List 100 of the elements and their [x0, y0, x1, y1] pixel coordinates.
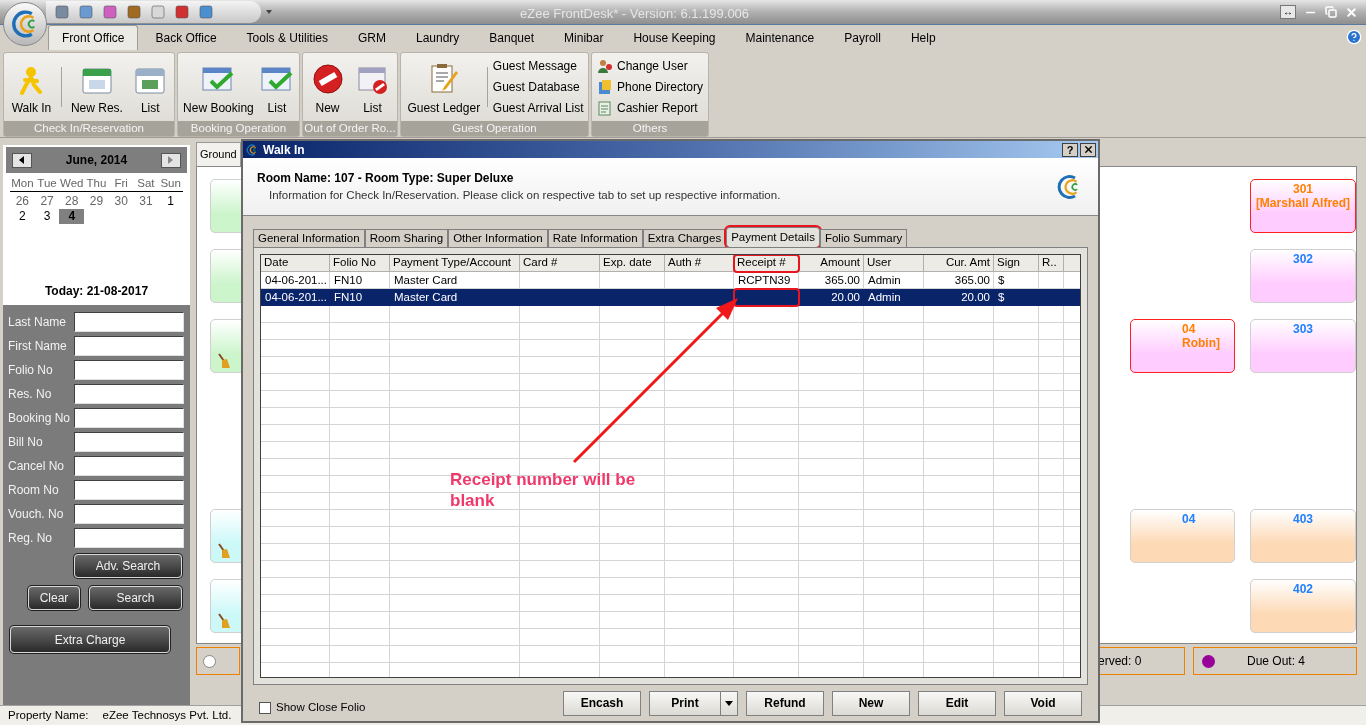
ribbon-link[interactable]: Change User	[596, 58, 688, 74]
search-field[interactable]	[74, 480, 184, 500]
search-field[interactable]	[74, 504, 184, 524]
field-label: Folio No	[8, 362, 54, 379]
weekday-label: Fri	[113, 176, 129, 191]
table-cell-text: 365.00	[953, 273, 991, 288]
ribbon-button[interactable]: New Booking	[181, 53, 256, 121]
dialog-tab[interactable]: Extra Charges	[642, 229, 727, 247]
room-tile[interactable]: 302	[1250, 249, 1356, 303]
ribbon-button[interactable]: Walk In	[9, 53, 54, 121]
menu-tab[interactable]: GRM	[344, 25, 399, 50]
calendar-day[interactable]: 30	[108, 194, 134, 209]
calendar-day[interactable]: 1	[158, 194, 183, 209]
menu-tab[interactable]: Laundry	[402, 25, 473, 50]
menu-tab[interactable]: Banquet	[476, 25, 548, 50]
room-tile[interactable]: 04	[1130, 509, 1235, 563]
calendar-day[interactable]: 28	[59, 194, 85, 209]
table-cell-text: 20.00	[960, 290, 991, 305]
ribbon-button[interactable]: List	[257, 53, 296, 121]
ribbon-button[interactable]: New Res.	[68, 53, 125, 121]
dialog-tab[interactable]: Folio Summary	[819, 229, 908, 247]
calendar-day[interactable]: 31	[133, 194, 159, 209]
dialog-tab[interactable]: Rate Information	[547, 229, 643, 247]
field-label: Vouch. No	[8, 506, 65, 523]
search-field[interactable]	[74, 408, 184, 428]
table-cell-text: Master Card	[393, 290, 459, 305]
menu-tab[interactable]: Back Office	[142, 25, 230, 50]
help-button[interactable]: ?	[1062, 142, 1078, 157]
clear-button[interactable]: Clear	[28, 586, 80, 610]
ribbon-link[interactable]: Guest Database	[492, 79, 580, 95]
extra-charge-button[interactable]: Extra Charge	[10, 626, 170, 653]
room-number: 303	[1292, 322, 1314, 336]
close-button[interactable]	[1080, 142, 1096, 157]
table-cell-text: 04-06-201...	[264, 290, 328, 305]
dropdown-arrow-icon[interactable]	[265, 8, 273, 16]
floor-tab[interactable]: Ground	[196, 142, 241, 166]
help-icon[interactable]	[1346, 29, 1362, 45]
search-field[interactable]	[74, 432, 184, 452]
table-row[interactable]: 04-06-201... FN10 Master Card RCPTN39 365.00 Admin 365.00 $	[261, 272, 1080, 289]
dialog-tab[interactable]: Payment Details	[726, 227, 820, 247]
dialog-description: Information for Check In/Reservation. Please click on respective tab to set up respective information.	[269, 187, 781, 203]
menu-tab[interactable]: Payroll	[831, 25, 894, 50]
ribbon-button[interactable]: New	[309, 53, 346, 121]
weekday-label: Thu	[85, 176, 108, 191]
ribbon-link[interactable]: Guest Message	[492, 58, 577, 74]
calendar-day[interactable]: 3	[34, 209, 60, 224]
calendar-day[interactable]: 27	[34, 194, 60, 209]
guest-name: [Marshall Alfred]	[1254, 196, 1352, 210]
action-button[interactable]: Encash	[563, 690, 641, 716]
dialog-tab[interactable]: Room Sharing	[364, 229, 449, 247]
ribbon-button[interactable]: List	[132, 53, 169, 121]
next-month-button[interactable]	[161, 152, 181, 168]
dialog-tab[interactable]: Other Information	[448, 229, 548, 247]
action-button[interactable]: New	[832, 690, 910, 716]
checkbox[interactable]	[259, 702, 271, 714]
calendar-icon	[134, 65, 167, 95]
ribbon-button[interactable]: Guest Ledger	[405, 53, 483, 121]
users-icon	[596, 58, 613, 74]
search-button[interactable]: Search	[89, 586, 182, 610]
action-button[interactable]: Refund	[746, 690, 824, 716]
menu-tab[interactable]: Help	[897, 25, 949, 50]
ribbon-link[interactable]: Phone Directory	[596, 79, 703, 95]
group-caption: Check In/Reservation	[4, 121, 174, 136]
print-button[interactable]: Print	[649, 690, 721, 716]
field-label: Last Name	[8, 314, 68, 331]
logo-icon	[245, 142, 259, 157]
action-button[interactable]: Edit	[918, 690, 996, 716]
room-tile[interactable]: 303	[1250, 319, 1356, 373]
search-field[interactable]	[74, 312, 184, 332]
room-number: 302	[1292, 252, 1314, 266]
table-row[interactable]: 04-06-201... FN10 Master Card 20.00 Admin 20.00 $	[261, 289, 1080, 306]
action-button[interactable]: Void	[1004, 690, 1082, 716]
calendar-day[interactable]: 29	[84, 194, 109, 209]
ribbon-link[interactable]: Guest Arrival List	[492, 100, 584, 116]
calendar-day[interactable]: 4	[59, 209, 85, 224]
menu-tab[interactable]: House Keeping	[620, 25, 729, 50]
search-field[interactable]	[74, 384, 184, 404]
search-field[interactable]	[74, 360, 184, 380]
menu-tab[interactable]: Maintenance	[732, 25, 828, 50]
ribbon-link[interactable]: Cashier Report	[596, 100, 698, 116]
room-tile[interactable]: 403	[1250, 509, 1356, 563]
calendar-day[interactable]: 2	[10, 209, 35, 224]
month-label: June, 2014	[64, 152, 129, 169]
previous-month-button[interactable]	[12, 152, 32, 168]
menu-tab[interactable]: Tools & Utilities	[233, 25, 341, 50]
dialog-tab[interactable]: General Information	[253, 229, 365, 247]
column-header[interactable]: Receipt #	[734, 255, 799, 272]
search-field[interactable]	[74, 336, 184, 356]
calendar-day[interactable]: 26	[10, 194, 35, 209]
resize-button[interactable]: ↔	[1280, 5, 1296, 19]
search-field[interactable]	[74, 528, 184, 548]
weekday-label: Sat	[136, 176, 156, 191]
menu-tab[interactable]: Minibar	[551, 25, 617, 50]
print-dropdown-button[interactable]	[721, 690, 738, 716]
room-number: 04	[1181, 322, 1197, 336]
advanced-search-button[interactable]: Adv. Search	[74, 554, 182, 578]
search-field[interactable]	[74, 456, 184, 476]
close-icon[interactable]	[1345, 5, 1358, 19]
ribbon-button[interactable]: List	[354, 53, 391, 121]
menu-tab[interactable]: Front Office	[48, 25, 139, 50]
